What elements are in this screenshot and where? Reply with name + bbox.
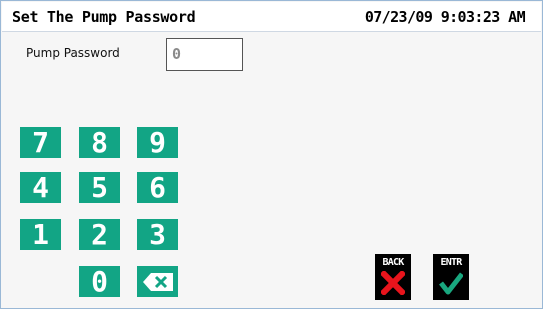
key-2[interactable]: 2 xyxy=(79,219,120,250)
key-8[interactable]: 8 xyxy=(79,127,120,158)
datetime-display: 07/23/09 9:03:23 AM xyxy=(364,8,526,26)
key-1[interactable]: 1 xyxy=(20,219,61,250)
backspace-icon xyxy=(142,273,173,291)
enter-button[interactable]: ENTR xyxy=(433,254,469,300)
green-check-icon xyxy=(439,272,463,295)
enter-label: ENTR xyxy=(440,257,463,268)
key-3[interactable]: 3 xyxy=(137,219,178,250)
red-x-icon xyxy=(381,271,405,295)
key-0[interactable]: 0 xyxy=(79,266,120,297)
title-bar: Set The Pump Password 07/23/09 9:03:23 A… xyxy=(2,2,541,32)
key-4[interactable]: 4 xyxy=(20,172,61,203)
backspace-key[interactable] xyxy=(137,266,178,297)
key-7[interactable]: 7 xyxy=(20,127,61,158)
key-9[interactable]: 9 xyxy=(137,127,178,158)
key-6[interactable]: 6 xyxy=(137,172,178,203)
back-button[interactable]: BACK xyxy=(375,254,411,300)
pump-password-input[interactable]: 0 xyxy=(166,38,243,71)
back-label: BACK xyxy=(382,257,405,268)
pump-password-label: Pump Password xyxy=(26,46,120,60)
key-5[interactable]: 5 xyxy=(79,172,120,203)
page-title: Set The Pump Password xyxy=(12,8,196,26)
